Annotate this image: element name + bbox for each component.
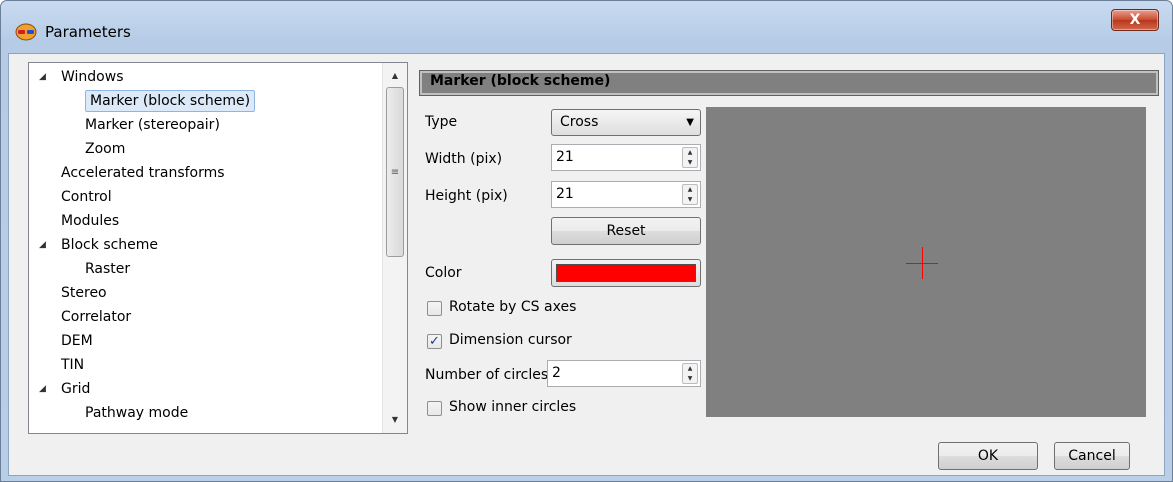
tree-item-label: Raster bbox=[85, 261, 131, 277]
tree-item-label: Grid bbox=[61, 381, 91, 397]
tree-item[interactable]: Stereo bbox=[61, 281, 107, 305]
type-label: Type bbox=[425, 114, 458, 130]
tree-scrollbar[interactable]: ▲ ≡ ▼ bbox=[382, 63, 407, 433]
circles-spin-arrows-icon[interactable]: ▲ ▼ bbox=[682, 363, 698, 384]
circles-label: Number of circles bbox=[425, 367, 549, 383]
title-bar[interactable]: Parameters X bbox=[1, 1, 1172, 53]
tree-item-label: DEM bbox=[61, 333, 93, 349]
tree-item-label: Marker (block scheme) bbox=[85, 90, 256, 112]
tree-item[interactable]: DEM bbox=[61, 329, 93, 353]
tree-item[interactable]: Raster bbox=[85, 257, 130, 281]
height-spin-arrows-icon[interactable]: ▲ ▼ bbox=[682, 184, 698, 205]
scroll-down-arrow-icon[interactable]: ▼ bbox=[383, 411, 407, 429]
dropdown-arrow-icon: ▼ bbox=[686, 117, 694, 128]
width-value: 21 bbox=[556, 149, 574, 165]
cross-cursor-vertical bbox=[922, 247, 923, 279]
tree-item-label: Windows bbox=[61, 69, 124, 85]
rotate-label: Rotate by CS axes bbox=[449, 299, 577, 315]
tree-item[interactable]: Pathway mode bbox=[85, 401, 188, 425]
section-header: Marker (block scheme) bbox=[419, 70, 1159, 96]
circles-value: 2 bbox=[552, 365, 561, 381]
tree-item[interactable]: ◢ Block scheme bbox=[39, 233, 159, 257]
tree-item[interactable]: Correlator bbox=[61, 305, 131, 329]
scroll-thumb[interactable]: ≡ bbox=[386, 87, 404, 257]
height-label: Height (pix) bbox=[425, 188, 508, 204]
tree-item-label: Accelerated transforms bbox=[61, 165, 225, 181]
tree-item[interactable]: Zoom bbox=[85, 137, 125, 161]
section-title: Marker (block scheme) bbox=[430, 73, 611, 89]
circles-spinbox[interactable]: 2 ▲ ▼ bbox=[547, 360, 701, 387]
reset-button[interactable]: Reset bbox=[551, 217, 701, 245]
close-button[interactable]: X bbox=[1111, 9, 1159, 31]
tree-item-label: Pathway mode bbox=[85, 405, 189, 421]
tree-item[interactable]: Modules bbox=[61, 209, 119, 233]
tree-item[interactable]: Accelerated transforms bbox=[61, 161, 225, 185]
tree-item[interactable]: ◢ Grid bbox=[39, 377, 91, 401]
tree-item-label: Block scheme bbox=[61, 237, 159, 253]
tree-item-label: Marker (stereopair) bbox=[85, 117, 220, 133]
ok-button[interactable]: OK bbox=[938, 442, 1038, 470]
color-label: Color bbox=[425, 265, 462, 281]
width-label: Width (pix) bbox=[425, 151, 503, 167]
expand-arrow-icon[interactable]: ◢ bbox=[39, 233, 46, 257]
expand-arrow-icon[interactable]: ◢ bbox=[39, 377, 46, 401]
dialog-body: ◢ Windows Marker (block scheme) Marker (ste… bbox=[8, 53, 1165, 476]
tree-item[interactable]: Marker (stereopair) bbox=[85, 113, 220, 137]
tree-item-label: Stereo bbox=[61, 285, 107, 301]
tree-item-label: Zoom bbox=[85, 141, 126, 157]
tree-item-label: Control bbox=[61, 189, 112, 205]
tree-item[interactable]: Marker (block scheme) bbox=[85, 89, 256, 113]
scroll-up-arrow-icon[interactable]: ▲ bbox=[383, 67, 407, 85]
app-3d-glasses-icon bbox=[15, 23, 37, 41]
tree-item[interactable]: ◢ Windows bbox=[39, 65, 124, 89]
dimension-cursor-checkbox[interactable]: ✓ bbox=[427, 334, 442, 349]
tree-item[interactable]: TIN bbox=[61, 353, 84, 377]
cancel-button[interactable]: Cancel bbox=[1054, 442, 1130, 470]
type-select-value: Cross bbox=[560, 114, 599, 130]
expand-arrow-icon[interactable]: ◢ bbox=[39, 65, 46, 89]
tree-item-label: Correlator bbox=[61, 309, 132, 325]
dimension-cursor-label: Dimension cursor bbox=[449, 332, 572, 348]
tree-item[interactable]: Control bbox=[61, 185, 112, 209]
inner-circles-checkbox[interactable] bbox=[427, 401, 442, 416]
width-spinbox[interactable]: 21 ▲ ▼ bbox=[551, 144, 701, 171]
type-select[interactable]: Cross ▼ bbox=[551, 109, 701, 136]
settings-tree[interactable]: ◢ Windows Marker (block scheme) Marker (ste… bbox=[28, 62, 408, 434]
color-swatch bbox=[556, 264, 696, 282]
tree-item-label: Modules bbox=[61, 213, 120, 229]
tree-item-label: TIN bbox=[61, 357, 85, 373]
rotate-checkbox[interactable] bbox=[427, 301, 442, 316]
color-picker-button[interactable] bbox=[551, 259, 701, 287]
parameters-dialog: Parameters X ◢ Windows Marker (block schem… bbox=[0, 0, 1173, 482]
height-value: 21 bbox=[556, 186, 574, 202]
height-spinbox[interactable]: 21 ▲ ▼ bbox=[551, 181, 701, 208]
window-title: Parameters bbox=[45, 23, 131, 41]
inner-circles-label: Show inner circles bbox=[449, 399, 577, 415]
width-spin-arrows-icon[interactable]: ▲ ▼ bbox=[682, 147, 698, 168]
marker-preview bbox=[706, 107, 1146, 417]
